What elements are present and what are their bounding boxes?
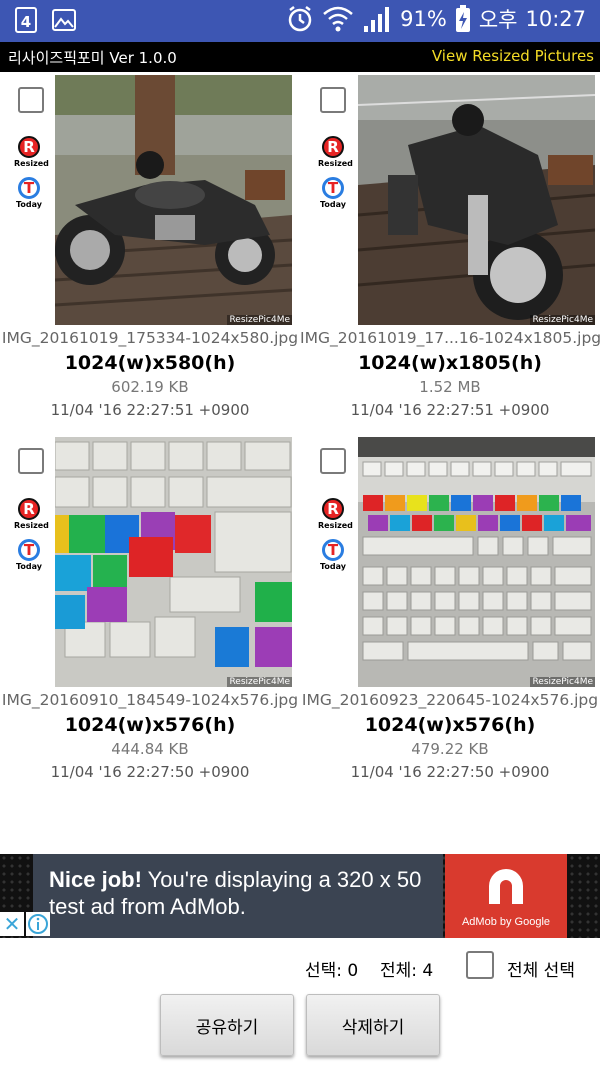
resized-badge-icon: R Resized (318, 136, 353, 168)
image-card: R Resized T Today ResizePic4Me IMG_2016101… (300, 72, 600, 434)
file-name: IMG_20160910_184549-1024x576.jpg (1, 691, 299, 709)
battery-charging-icon (455, 5, 470, 32)
alarm-icon (288, 6, 312, 32)
app-4-icon: 4 (15, 7, 37, 33)
battery-percent: 91% (400, 7, 447, 31)
today-badge-icon: T Today (16, 177, 42, 209)
file-size: 479.22 KB (411, 740, 489, 758)
image-dimensions: 1024(w)x576(h) (64, 714, 236, 736)
select-checkbox[interactable] (320, 448, 346, 474)
image-thumbnail[interactable]: ResizePic4Me (55, 75, 292, 325)
signal-icon (364, 7, 390, 32)
resized-badge-icon: R Resized (14, 136, 49, 168)
watermark: ResizePic4Me (227, 315, 292, 325)
image-dimensions: 1024(w)x580(h) (64, 352, 236, 374)
image-card: R Resized T Today ResizePic4Me IMG_2016101… (0, 72, 300, 434)
file-name: IMG_20160923_220645-1024x576.jpg (301, 691, 599, 709)
admob-icon (489, 869, 523, 904)
image-thumbnail[interactable]: ResizePic4Me (358, 437, 595, 687)
watermark: ResizePic4Me (227, 677, 292, 687)
file-name: IMG_20161019_17...16-1024x1805.jpg (300, 329, 600, 347)
image-card: R Resized T Today ResizePic4Me IMG_20160… (300, 434, 600, 796)
today-badge-icon: T Today (16, 539, 42, 571)
resized-badge-icon: R Resized (14, 498, 49, 530)
delete-button[interactable]: 삭제하기 (306, 994, 440, 1056)
total-count: 전체: 4 (380, 961, 434, 981)
selected-count: 선택: 0 (305, 961, 359, 981)
share-button[interactable]: 공유하기 (160, 994, 294, 1056)
image-thumbnail[interactable]: ResizePic4Me (358, 75, 595, 325)
close-ad-icon[interactable]: ✕ (0, 912, 24, 936)
select-all-label[interactable]: 전체 선택 (507, 956, 575, 981)
file-size: 602.19 KB (111, 378, 189, 396)
wifi-icon (323, 6, 353, 32)
watermark: ResizePic4Me (530, 315, 595, 325)
app-title: 리사이즈픽포미 Ver 1.0.0 (8, 49, 177, 67)
svg-text:4: 4 (21, 13, 31, 31)
image-dimensions: 1024(w)x576(h) (364, 714, 536, 736)
file-size: 444.84 KB (111, 740, 189, 758)
file-date: 11/04 '16 22:27:50 +0900 (50, 763, 250, 781)
app-bar: 리사이즈픽포미 Ver 1.0.0 View Resized Pictures (0, 42, 600, 72)
image-thumbnail[interactable]: ResizePic4Me (55, 437, 292, 687)
select-checkbox[interactable] (18, 448, 44, 474)
ad-info-icon[interactable] (26, 912, 50, 936)
today-badge-icon: T Today (320, 177, 346, 209)
ad-banner[interactable]: Nice job! You're displaying a 320 x 50 t… (0, 854, 600, 938)
ad-text: Nice job! You're displaying a 320 x 50 t… (49, 866, 449, 920)
watermark: ResizePic4Me (530, 677, 595, 687)
file-date: 11/04 '16 22:27:50 +0900 (350, 763, 550, 781)
view-resized-pictures-link[interactable]: View Resized Pictures (432, 47, 594, 65)
clock-ampm: 오후 (478, 8, 518, 32)
clock-time: 10:27 (525, 7, 586, 31)
ad-content[interactable]: Nice job! You're displaying a 320 x 50 t… (33, 854, 443, 938)
file-date: 11/04 '16 22:27:51 +0900 (50, 401, 250, 419)
admob-logo[interactable]: AdMob by Google (445, 854, 567, 938)
resized-badge-icon: R Resized (318, 498, 353, 530)
select-checkbox[interactable] (18, 87, 44, 113)
file-date: 11/04 '16 22:27:51 +0900 (350, 401, 550, 419)
image-dimensions: 1024(w)x1805(h) (358, 352, 542, 374)
select-checkbox[interactable] (320, 87, 346, 113)
status-bar: 4 91% 오후 10:27 (0, 0, 600, 42)
file-name: IMG_20161019_175334-1024x580.jpg (1, 329, 299, 347)
select-all-checkbox[interactable] (466, 951, 494, 979)
ad-headline: Nice job! (49, 867, 142, 892)
admob-brand: AdMob by Google (461, 916, 551, 928)
today-badge-icon: T Today (320, 539, 346, 571)
image-card: R Resized T Today ResizePic4Me IMG_20160… (0, 434, 300, 796)
file-size: 1.52 MB (419, 378, 481, 396)
gallery-icon (52, 9, 76, 31)
